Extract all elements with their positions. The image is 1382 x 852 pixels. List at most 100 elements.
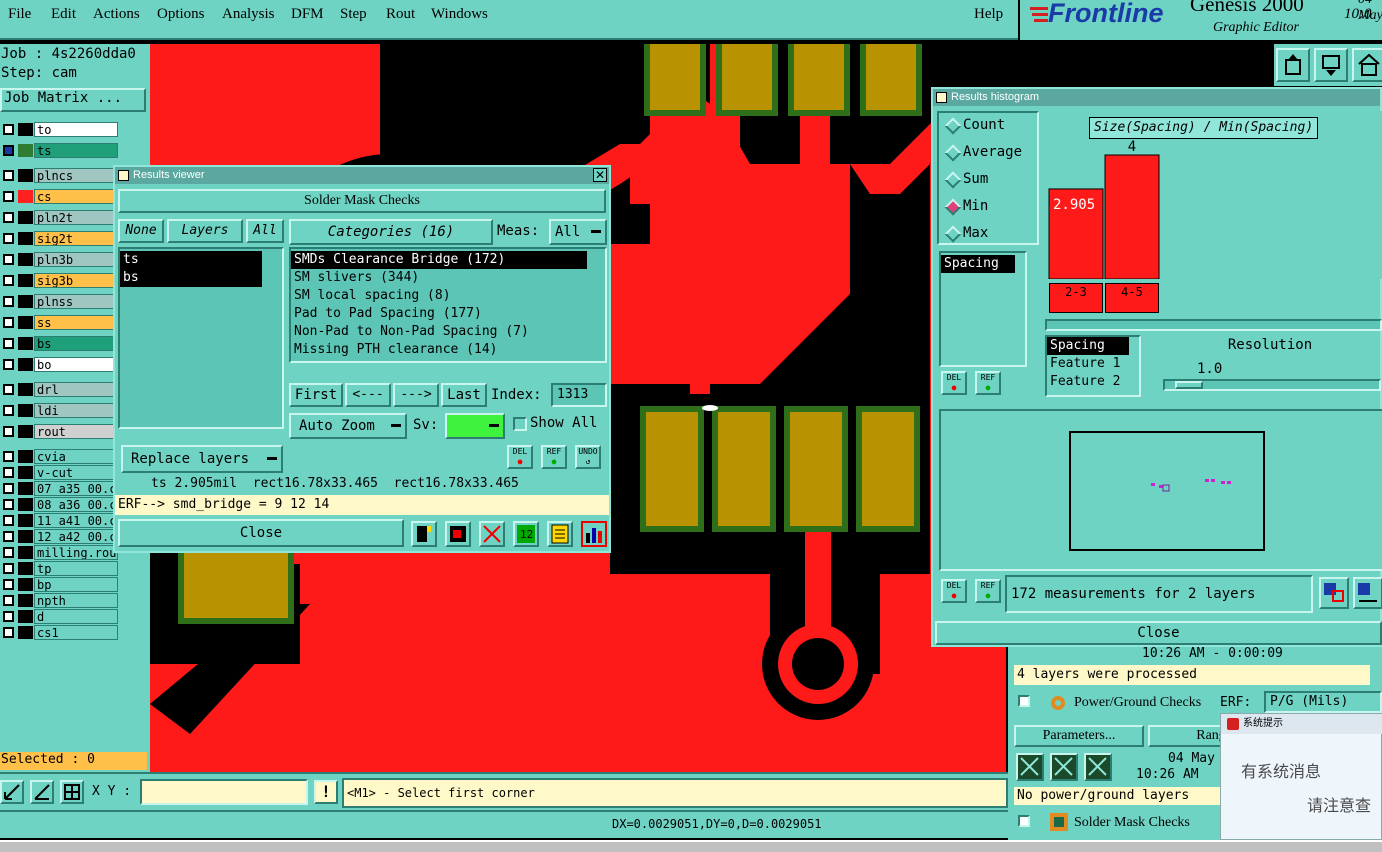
slider-thumb[interactable] [1175,381,1203,389]
layer-checkbox[interactable] [3,170,14,181]
layer-checkbox[interactable] [3,451,14,462]
layer-checkbox[interactable] [3,531,14,542]
layer-name[interactable]: sig2t [34,231,118,246]
home-icon[interactable] [1352,48,1382,82]
layer-checkbox[interactable] [3,233,14,244]
menu-file[interactable]: File [8,6,31,23]
resolution-slider[interactable] [1163,379,1381,391]
layer-name[interactable]: sig3b [34,273,118,288]
prev-button[interactable]: <--- [345,383,391,407]
layer-row[interactable]: d [0,609,150,624]
layer-color-swatch[interactable] [18,295,33,308]
field-list[interactable]: Spacing [939,251,1027,367]
menu-help[interactable]: Help [974,6,1003,23]
grid-icon[interactable] [60,780,84,804]
report-icon[interactable] [547,521,573,547]
layer-color-swatch[interactable] [18,337,33,350]
layer-color-swatch[interactable] [18,253,33,266]
layer-name[interactable]: d [34,609,118,624]
histogram-bar[interactable] [1104,154,1160,279]
layer-checkbox[interactable] [3,515,14,526]
mode-option-average[interactable]: Average [939,142,1037,164]
sort-item[interactable]: Feature 2 [1047,373,1139,391]
layer-color-swatch[interactable] [18,358,33,371]
menu-rout[interactable]: Rout [386,6,415,23]
layer-row[interactable]: bp [0,577,150,592]
sort-item[interactable]: Spacing [1047,337,1129,355]
layer-row[interactable]: ts [0,143,150,158]
layer-results-list[interactable]: ts bs [118,247,284,429]
layer-color-swatch[interactable] [18,482,33,495]
layer-color-swatch[interactable] [18,123,33,136]
mode-option-max[interactable]: Max [939,223,1037,245]
layer-color-swatch[interactable] [18,578,33,591]
layer-name[interactable]: cs [34,189,118,204]
replace-layers-dropdown[interactable]: Replace layers [121,445,283,473]
layer-checkbox[interactable] [3,254,14,265]
layer-name[interactable]: bp [34,577,118,592]
layer-color-swatch[interactable] [18,144,33,157]
close-icon[interactable]: ✕ [593,168,607,182]
layer-checkbox[interactable] [3,145,14,156]
histogram-scrollbar[interactable] [1045,319,1382,331]
layer-checkbox[interactable] [3,275,14,286]
layer-checkbox[interactable] [3,426,14,437]
layer-checkbox[interactable] [3,627,14,638]
layer-checkbox[interactable] [3,124,14,135]
layer-checkbox[interactable] [3,359,14,370]
layer-name[interactable]: bs [34,336,118,351]
layer-color-swatch[interactable] [18,274,33,287]
histogram-close-button[interactable]: Close [935,621,1382,645]
result-layer-item[interactable]: bs [120,269,262,287]
layer-color-swatch[interactable] [18,610,33,623]
layer-name[interactable]: cs1 [34,625,118,640]
layer-color-swatch[interactable] [18,498,33,511]
layer-name[interactable]: ldi [34,403,118,418]
ref-icon[interactable]: REF ● [541,445,567,469]
layer-color-swatch[interactable] [18,530,33,543]
sv-color-dropdown[interactable] [445,413,505,439]
sort-field-list[interactable]: Spacing Feature 1 Feature 2 [1045,335,1141,397]
radio-icon[interactable] [944,198,962,216]
index-input[interactable]: 1313 [551,383,607,407]
layer-name[interactable]: pln2t [34,210,118,225]
layer-checkbox[interactable] [3,384,14,395]
next-button[interactable]: ---> [393,383,439,407]
layer-name[interactable]: to [34,122,118,137]
categories-list[interactable]: SMDs Clearance Bridge (172) SM slivers (… [289,247,607,363]
run-icon[interactable] [1016,753,1044,781]
undo-icon[interactable]: UNDO ↺ [575,445,601,469]
category-item[interactable]: Non-Pad to Non-Pad Spacing (7) [291,323,605,341]
layer-row[interactable]: tp [0,561,150,576]
category-item[interactable]: SMDs Clearance Bridge (172) [291,251,587,269]
alert-icon[interactable]: ! [314,780,338,804]
layer-checkbox[interactable] [3,579,14,590]
layer-color-swatch[interactable] [18,514,33,527]
layer-name[interactable]: drl [34,382,118,397]
layer-color-swatch[interactable] [18,190,33,203]
layer-name[interactable]: cvia [34,449,118,464]
auto-zoom-dropdown[interactable]: Auto Zoom [289,413,407,439]
layer-checkbox[interactable] [3,483,14,494]
menu-windows[interactable]: Windows [431,6,488,23]
menu-actions[interactable]: Actions [93,6,140,23]
menu-analysis[interactable]: Analysis [222,6,275,23]
layer-name[interactable]: tp [34,561,118,576]
radio-icon[interactable] [944,144,962,162]
menu-dfm[interactable]: DFM [291,6,324,23]
layer-color-swatch[interactable] [18,466,33,479]
highlight-icon[interactable] [411,521,437,547]
category-item[interactable]: SM local spacing (8) [291,287,605,305]
ref-clear-icon[interactable] [479,521,505,547]
show-all-checkbox[interactable] [513,417,527,431]
layer-checkbox[interactable] [3,405,14,416]
histogram-bin-label[interactable]: 4-5 [1105,283,1159,313]
zoom-icon[interactable] [0,780,24,804]
layer-color-swatch[interactable] [18,316,33,329]
mode-option-min[interactable]: Min [939,196,1037,218]
compare-icon[interactable]: 12 [513,521,539,547]
import-icon[interactable] [1314,48,1348,82]
layer-color-swatch[interactable] [18,546,33,559]
layer-name[interactable]: plnss [34,294,118,309]
pg-checks-checkbox[interactable] [1018,695,1030,707]
